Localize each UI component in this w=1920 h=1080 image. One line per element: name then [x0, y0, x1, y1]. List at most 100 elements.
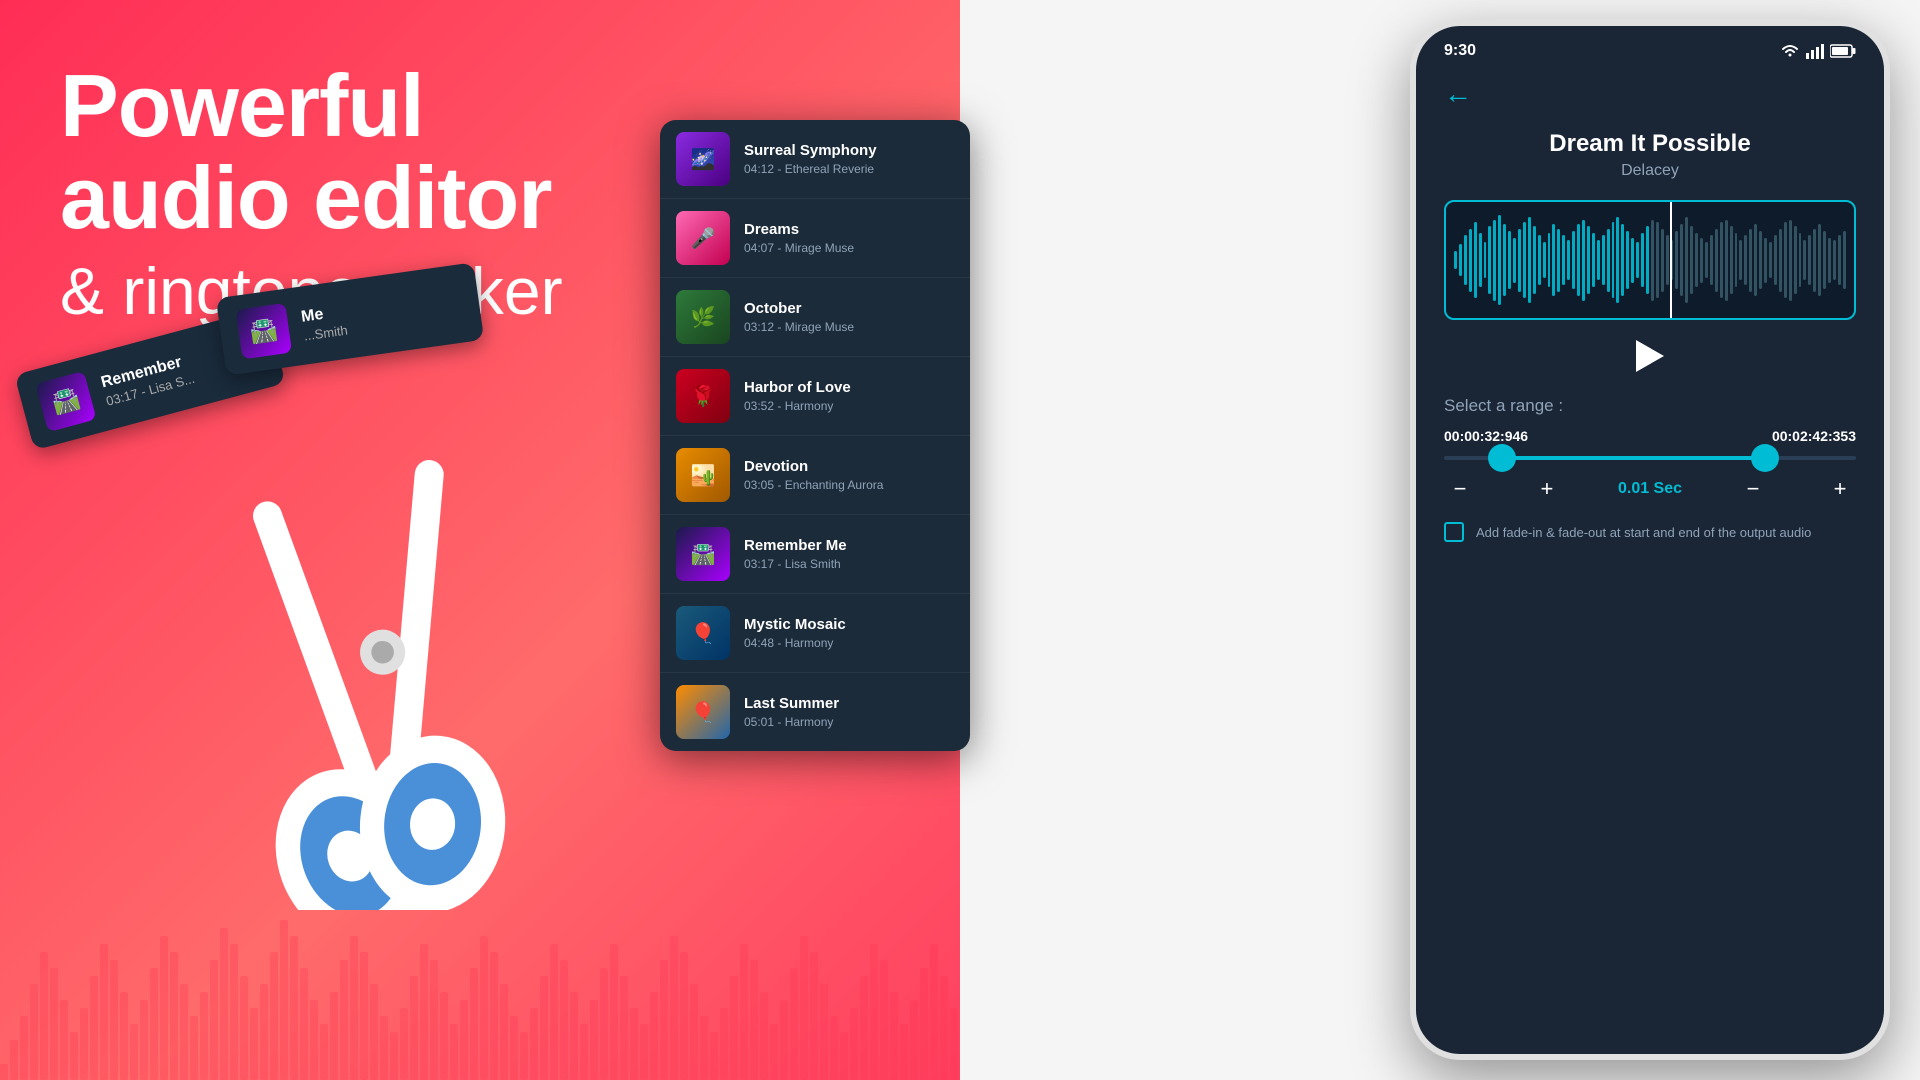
song-meta: 04:12 - Ethereal Reverie — [744, 162, 877, 176]
waveform-playhead — [1670, 202, 1672, 318]
fine-plus-right[interactable]: + — [1824, 476, 1856, 502]
waveform-bar — [1720, 222, 1723, 299]
waveform-decoration — [0, 900, 960, 1080]
range-time-left: 00:00:32:946 — [1444, 428, 1528, 444]
fine-controls: − + 0.01 Sec − + — [1444, 476, 1856, 502]
fine-minus-left[interactable]: − — [1444, 476, 1476, 502]
signal-icon — [1806, 43, 1824, 59]
waveform-bar — [1651, 220, 1654, 301]
song-thumbnail: 🌹 — [676, 369, 730, 423]
waveform-bar — [1754, 224, 1757, 296]
range-slider[interactable] — [1444, 456, 1856, 460]
waveform-bar — [1789, 220, 1792, 301]
range-handle-left[interactable] — [1488, 444, 1516, 472]
song-meta: 05:01 - Harmony — [744, 715, 839, 729]
waveform-bar — [1715, 229, 1718, 292]
waveform-bar — [1705, 242, 1708, 278]
battery-icon — [1830, 44, 1856, 58]
waveform-bar — [1587, 226, 1590, 294]
waveform-bar — [1602, 235, 1605, 285]
song-title: Harbor of Love — [744, 379, 851, 396]
waveform-bar — [1690, 226, 1693, 294]
music-list-item[interactable]: 🌌 Surreal Symphony 04:12 - Ethereal Reve… — [660, 120, 970, 199]
music-list-item[interactable]: 🎈 Mystic Mosaic 04:48 - Harmony — [660, 594, 970, 673]
music-list-item[interactable]: 🛣️ Remember Me 03:17 - Lisa Smith — [660, 515, 970, 594]
song-title: Remember Me — [744, 537, 847, 554]
fine-minus-right[interactable]: − — [1737, 476, 1769, 502]
status-icons — [1780, 43, 1856, 59]
waveform-bar — [1562, 235, 1565, 285]
waveform-bar — [1631, 238, 1634, 283]
waveform-bar — [1710, 235, 1713, 285]
fade-text: Add fade-in & fade-out at start and end … — [1476, 525, 1811, 540]
waveform-bar — [1779, 229, 1782, 292]
song-meta: 04:07 - Mirage Muse — [744, 241, 854, 255]
song-info: Devotion 03:05 - Enchanting Aurora — [744, 458, 883, 492]
waveform-bar — [1484, 242, 1487, 278]
song-info: Dreams 04:07 - Mirage Muse — [744, 221, 854, 255]
waveform-bar — [1616, 217, 1619, 303]
play-icon[interactable] — [1636, 340, 1664, 372]
song-info: Surreal Symphony 04:12 - Ethereal Reveri… — [744, 142, 877, 176]
music-list-item[interactable]: 🌹 Harbor of Love 03:52 - Harmony — [660, 357, 970, 436]
range-time-right: 00:02:42:353 — [1772, 428, 1856, 444]
song-meta: 03:52 - Harmony — [744, 399, 851, 413]
waveform-bar — [1474, 222, 1477, 299]
phone-mockup: 9:30 ← — [1410, 20, 1890, 1060]
waveform-bar — [1498, 215, 1501, 305]
back-button[interactable]: ← — [1444, 78, 1472, 110]
waveform-bar — [1636, 242, 1639, 278]
music-list-item[interactable]: 🏜️ Devotion 03:05 - Enchanting Aurora — [660, 436, 970, 515]
waveform-bar — [1813, 229, 1816, 292]
waveform-bar — [1513, 238, 1516, 283]
song-main-title: Dream It Possible — [1444, 130, 1856, 158]
waveform-bar — [1803, 240, 1806, 281]
waveform-bar — [1538, 235, 1541, 285]
song-info: Mystic Mosaic 04:48 - Harmony — [744, 616, 846, 650]
waveform-bar — [1567, 240, 1570, 281]
hero-line2: audio editor — [60, 148, 552, 247]
waveform-bar — [1518, 229, 1521, 292]
waveform-bar — [1739, 240, 1742, 281]
fade-checkbox[interactable] — [1444, 522, 1464, 542]
waveform-bar — [1725, 220, 1728, 301]
music-list-item[interactable]: 🌿 October 03:12 - Mirage Muse — [660, 278, 970, 357]
waveform-bar — [1454, 251, 1457, 269]
waveform-bar — [1582, 220, 1585, 301]
waveform-display[interactable] — [1444, 200, 1856, 320]
waveform-bar — [1592, 233, 1595, 287]
play-button-container — [1444, 340, 1856, 372]
select-range-label: Select a range : — [1444, 396, 1856, 416]
range-handle-right[interactable] — [1751, 444, 1779, 472]
waveform-bar — [1735, 233, 1738, 287]
waveform-bar — [1818, 224, 1821, 296]
waveform-bar — [1464, 235, 1467, 285]
waveform-bar — [1794, 226, 1797, 294]
waveform-bar — [1493, 220, 1496, 301]
waveform-bar — [1700, 238, 1703, 283]
waveform-bar — [1612, 222, 1615, 299]
song-title: Last Summer — [744, 695, 839, 712]
waveform-bar — [1769, 242, 1772, 278]
hero-line1: Powerful — [60, 56, 424, 155]
waveform-bar — [1597, 240, 1600, 281]
waveform-bar — [1523, 222, 1526, 299]
waveform-bar — [1543, 242, 1546, 278]
song-title: Mystic Mosaic — [744, 616, 846, 633]
waveform-bar — [1823, 231, 1826, 290]
waveform-bar — [1626, 231, 1629, 290]
fine-plus-left[interactable]: + — [1531, 476, 1563, 502]
music-list-item[interactable]: 🎤 Dreams 04:07 - Mirage Muse — [660, 199, 970, 278]
waveform-bar — [1666, 235, 1669, 285]
music-list-item[interactable]: 🎈 Last Summer 05:01 - Harmony — [660, 673, 970, 751]
waveform-bar — [1557, 229, 1560, 292]
waveform-bar — [1533, 226, 1536, 294]
song-thumbnail: 🌌 — [676, 132, 730, 186]
song-title: Dreams — [744, 221, 854, 238]
waveform-bar — [1548, 233, 1551, 287]
song-thumbnail: 🎤 — [676, 211, 730, 265]
song-thumbnail: 🎈 — [676, 606, 730, 660]
waveform-bar — [1508, 231, 1511, 290]
waveform-bar — [1799, 233, 1802, 287]
waveform-bar — [1607, 229, 1610, 292]
